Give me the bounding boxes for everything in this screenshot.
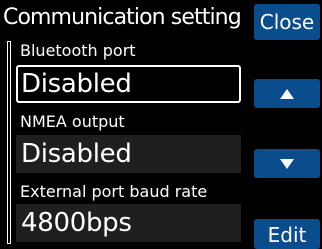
setting-label-external-port-baud-rate: External port baud rate — [20, 182, 208, 201]
setting-value-external-port-baud-rate[interactable]: 4800bps — [16, 204, 241, 242]
scroll-up-button[interactable] — [254, 79, 320, 108]
close-button[interactable]: Close — [254, 4, 320, 40]
setting-label-bluetooth-port: Bluetooth port — [20, 41, 136, 60]
scroll-down-button[interactable] — [254, 149, 320, 178]
setting-value-text: Disabled — [21, 139, 132, 169]
setting-value-text: 4800bps — [21, 208, 132, 238]
scrollbar[interactable] — [7, 41, 11, 244]
setting-label-nmea-output: NMEA output — [20, 112, 125, 131]
arrow-up-icon — [280, 88, 294, 99]
setting-value-nmea-output[interactable]: Disabled — [16, 135, 241, 173]
page-title: Communication setting — [3, 5, 242, 30]
setting-value-text: Disabled — [21, 69, 132, 99]
arrow-down-icon — [280, 158, 294, 169]
setting-value-bluetooth-port[interactable]: Disabled — [16, 65, 241, 103]
edit-button[interactable]: Edit — [254, 219, 320, 249]
